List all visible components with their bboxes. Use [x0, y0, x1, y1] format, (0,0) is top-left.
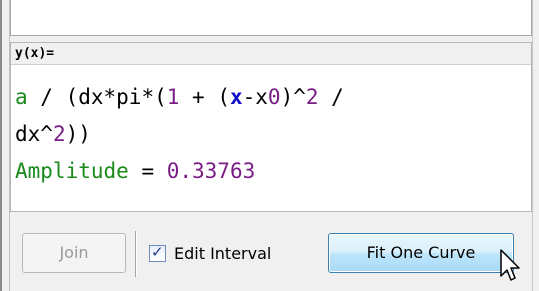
right-edge — [532, 0, 539, 291]
token-x0-group: -x0)^ — [242, 85, 306, 109]
formula-line-3: Amplitude = 0.33763 — [15, 153, 344, 190]
formula-label: y(x)= — [11, 43, 531, 65]
checkbox-box[interactable]: ✓ — [149, 242, 166, 262]
token-operator: / (dx*pi*( — [27, 85, 167, 109]
token-operator: dx^ — [15, 122, 53, 146]
mouse-pointer-icon — [500, 249, 520, 281]
fit-one-curve-button[interactable]: Fit One Curve — [328, 233, 514, 273]
token-operator: = — [128, 159, 167, 183]
edit-interval-checkbox[interactable]: ✓ Edit Interval — [149, 242, 271, 264]
checkmark-icon: ✓ — [151, 242, 164, 261]
token-variable-amplitude: Amplitude — [15, 159, 129, 183]
token-number: 1 — [166, 85, 180, 109]
token-variable-x: x — [229, 85, 243, 109]
formula-line-1: a / (dx*pi*(1 + (x-x0)^2 / — [15, 79, 344, 116]
token-number: 2 — [305, 85, 319, 109]
formula-editor[interactable]: y(x)= a / (dx*pi*(1 + (x-x0)^2 /dx^2)) Am… — [10, 42, 532, 212]
token-operator: / — [318, 85, 344, 109]
curve-fit-panel: y(x)= a / (dx*pi*(1 + (x-x0)^2 /dx^2)) Am… — [0, 0, 539, 291]
token-number: 0.33763 — [166, 159, 256, 183]
edit-interval-label[interactable]: Edit Interval — [174, 244, 271, 263]
token-operator: + ( — [179, 85, 230, 109]
formula-line-2: dx^2)) — [15, 116, 344, 153]
toolbar-separator — [135, 231, 137, 277]
join-button[interactable]: Join — [22, 233, 126, 273]
bottom-toolbar: Join ✓ Edit Interval Fit One Curve — [10, 222, 532, 291]
token-number: 2 — [52, 122, 66, 146]
token-variable-a: a — [15, 85, 28, 109]
previous-list-area[interactable] — [10, 0, 532, 36]
formula-text[interactable]: a / (dx*pi*(1 + (x-x0)^2 /dx^2)) Amplitud… — [15, 79, 344, 190]
token-operator: )) — [65, 122, 91, 146]
